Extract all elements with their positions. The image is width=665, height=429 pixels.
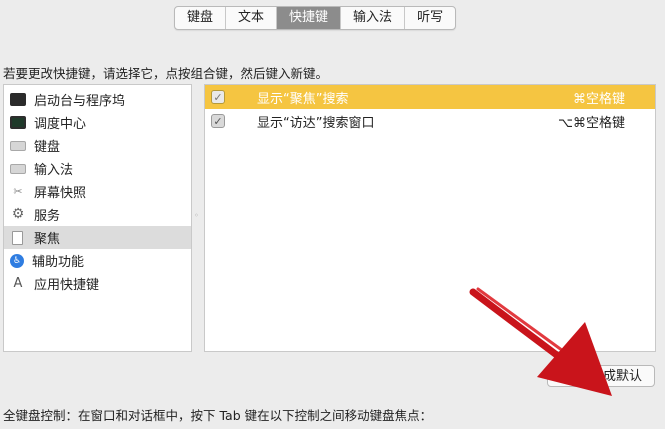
shortcut-list: ✓ 显示“聚焦”搜索 ⌘空格键 ✓ 显示“访达”搜索窗口 ⌥⌘空格键 xyxy=(204,84,656,352)
footer-text: 全键盘控制：在窗口和对话框中，按下 Tab 键在以下控制之间移动键盘焦点： xyxy=(3,408,433,423)
category-list: 启动台与程序坞 调度中心 键盘 输入法 ✂ 屏幕快照 ⚙ 服务 聚焦 ♿ 辅助功… xyxy=(3,84,192,352)
category-label: 服务 xyxy=(34,209,61,224)
shortcut-key[interactable]: ⌥⌘空格键 xyxy=(558,112,625,131)
category-label: 启动台与程序坞 xyxy=(34,94,126,109)
app-shortcuts-icon: A xyxy=(13,276,23,291)
category-item-spotlight[interactable]: 聚焦 xyxy=(4,226,191,249)
tab-input-sources[interactable]: 输入法 xyxy=(341,7,406,29)
launchpad-icon xyxy=(10,93,26,106)
split-handle[interactable]: ◦ xyxy=(194,212,200,220)
keyboard-icon xyxy=(10,140,26,151)
tab-dictation[interactable]: 听写 xyxy=(405,7,455,29)
category-label: 调度中心 xyxy=(34,117,87,132)
checkbox[interactable]: ✓ xyxy=(211,90,225,104)
category-item-screenshots[interactable]: ✂ 屏幕快照 xyxy=(4,180,191,203)
shortcut-label: 显示“访达”搜索窗口 xyxy=(257,115,375,131)
category-label: 辅助功能 xyxy=(32,255,85,270)
category-label: 输入法 xyxy=(34,163,74,178)
mission-control-icon xyxy=(10,116,26,129)
category-item-launchpad[interactable]: 启动台与程序坞 xyxy=(4,88,191,111)
tab-shortcuts[interactable]: 快捷键 xyxy=(277,7,342,29)
category-item-app-shortcuts[interactable]: A 应用快捷键 xyxy=(4,272,191,295)
category-item-input-sources[interactable]: 输入法 xyxy=(4,157,191,180)
input-source-icon xyxy=(10,163,26,174)
shortcut-row-spotlight-search[interactable]: ✓ 显示“聚焦”搜索 ⌘空格键 xyxy=(205,85,655,109)
checkbox[interactable]: ✓ xyxy=(211,114,225,128)
category-label: 屏幕快照 xyxy=(34,186,87,201)
instruction-text: 若要更改快捷键，请选择它，点按组合键，然后键入新键。 xyxy=(3,66,329,81)
category-item-keyboard[interactable]: 键盘 xyxy=(4,134,191,157)
tab-bar: 键盘 文本 快捷键 输入法 听写 xyxy=(174,6,457,30)
category-item-services[interactable]: ⚙ 服务 xyxy=(4,203,191,226)
category-item-accessibility[interactable]: ♿ 辅助功能 xyxy=(4,249,191,272)
shortcut-key[interactable]: ⌘空格键 xyxy=(573,88,625,107)
accessibility-icon: ♿ xyxy=(10,253,24,268)
category-label: 聚焦 xyxy=(34,232,61,247)
screenshot-icon: ✂ xyxy=(13,185,23,198)
tab-text[interactable]: 文本 xyxy=(226,7,278,29)
shortcut-label: 显示“聚焦”搜索 xyxy=(257,91,349,107)
tab-keyboard[interactable]: 键盘 xyxy=(175,7,227,29)
category-label: 键盘 xyxy=(34,140,61,155)
restore-defaults-button[interactable]: 恢复成默认 xyxy=(547,365,655,387)
shortcut-row-finder-search[interactable]: ✓ 显示“访达”搜索窗口 ⌥⌘空格键 xyxy=(205,109,655,133)
category-item-mission-control[interactable]: 调度中心 xyxy=(4,111,191,134)
gear-icon: ⚙ xyxy=(11,206,25,222)
spotlight-icon xyxy=(12,230,23,245)
category-label: 应用快捷键 xyxy=(34,278,100,293)
